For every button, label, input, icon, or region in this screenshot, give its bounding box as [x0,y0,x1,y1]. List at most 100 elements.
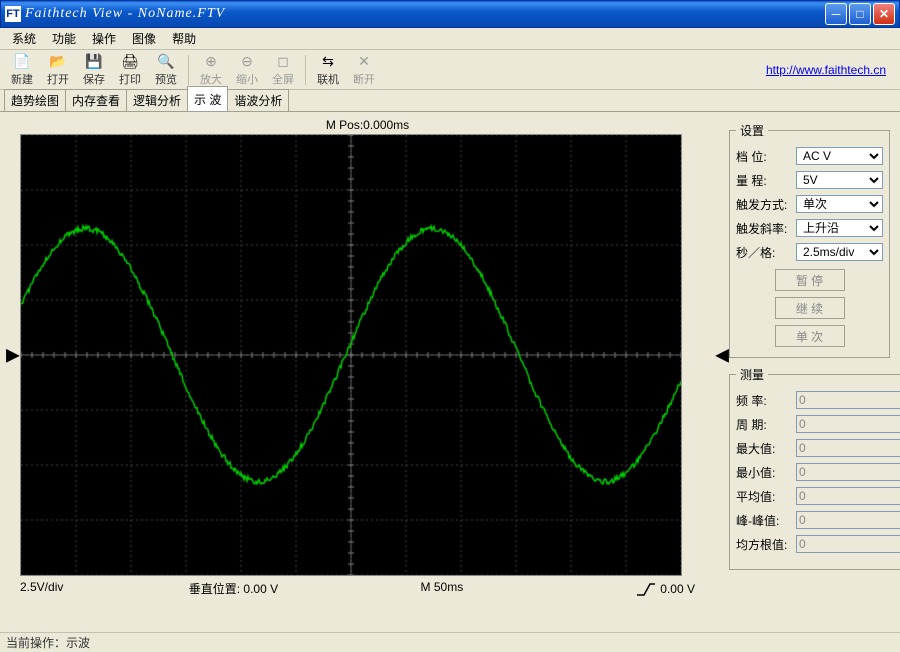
gear-select[interactable]: AC V [796,147,883,165]
measure-group: 测量 频 率:Hz周 期:ms最大值:V最小值:V平均值:V峰-峰值:V均方根值… [729,366,900,570]
tab-0[interactable]: 趋势绘图 [4,89,66,111]
minimize-button[interactable]: ─ [825,3,847,25]
measure-row-6: 均方根值:V [736,535,900,553]
menubar: 系统功能操作图像帮助 [0,28,900,50]
open-button-label: 打开 [47,71,69,87]
preview-button-label: 预览 [155,71,177,87]
print-button-icon: 🖨 [121,53,139,71]
gear-label: 档 位: [736,148,792,165]
measure-row-1: 周 期:ms [736,415,900,433]
offline-button-label: 断开 [353,71,375,87]
marker-right-icon[interactable]: ◀ [715,345,729,366]
app-icon: FT [5,6,21,22]
preview-button[interactable]: 🔍预览 [148,52,184,88]
trigger-slope-icon [636,582,656,596]
website-link[interactable]: http://www.faithtech.cn [766,63,886,77]
link-area: http://www.faithtech.cn [766,63,896,77]
toolbar: 📄新建📂打开💾保存🖨打印🔍预览⊕放大⊖缩小◻全屏⇆联机✕断开 http://ww… [0,50,900,90]
zoomin-button-icon: ⊕ [202,53,220,71]
settings-legend: 设置 [736,122,768,139]
timediv-select[interactable]: 2.5ms/div [796,243,883,261]
scope-canvas[interactable] [20,134,682,576]
tab-1[interactable]: 内存查看 [65,89,127,111]
single-button[interactable]: 单 次 [775,325,845,347]
trigmode-select[interactable]: 单次 [796,195,883,213]
measure-label-6: 均方根值: [736,536,792,553]
measure-value-0 [796,391,900,409]
menu-0[interactable]: 系统 [4,28,44,49]
fullscreen-button-icon: ◻ [274,53,292,71]
menu-4[interactable]: 帮助 [164,28,204,49]
fullscreen-button: ◻全屏 [265,52,301,88]
measure-value-1 [796,415,900,433]
zoomout-button-icon: ⊖ [238,53,256,71]
side-panel: 设置 档 位: AC V 量 程: 5V 触发方式: 单次 触发斜率: 上升沿 … [725,112,900,632]
measure-row-2: 最大值:V [736,439,900,457]
menu-3[interactable]: 图像 [124,28,164,49]
statusbar: 当前操作：示波 [0,632,900,652]
volts-per-div-label: 2.5V/div [20,580,189,597]
tab-2[interactable]: 逻辑分析 [126,89,188,111]
window-title: Faithtech View - NoName.FTV [25,6,825,22]
offline-button-icon: ✕ [355,53,373,71]
zoomin-button-label: 放大 [200,71,222,87]
close-button[interactable]: ✕ [873,3,895,25]
scope-canvas-wrap: ▼ ▶ ◀ [20,134,715,576]
marker-top-icon[interactable]: ▼ [359,132,377,153]
range-label: 量 程: [736,172,792,189]
menu-2[interactable]: 操作 [84,28,124,49]
menu-1[interactable]: 功能 [44,28,84,49]
measure-row-5: 峰-峰值:V [736,511,900,529]
online-button[interactable]: ⇆联机 [310,52,346,88]
open-button[interactable]: 📂打开 [40,52,76,88]
measure-value-5 [796,511,900,529]
range-select[interactable]: 5V [796,171,883,189]
toolbar-separator [305,55,306,85]
tab-3[interactable]: 示 波 [187,86,228,111]
maximize-button[interactable]: □ [849,3,871,25]
timebase-label: M 50ms [358,580,527,597]
zoomin-button: ⊕放大 [193,52,229,88]
zoomout-button-label: 缩小 [236,71,258,87]
measure-row-4: 平均值:V [736,487,900,505]
print-button-label: 打印 [119,71,141,87]
tab-4[interactable]: 谐波分析 [227,89,289,111]
online-button-icon: ⇆ [319,53,337,71]
online-button-label: 联机 [317,71,339,87]
pause-button[interactable]: 暂 停 [775,269,845,291]
status-text: 当前操作：示波 [6,634,90,651]
save-button[interactable]: 💾保存 [76,52,112,88]
fullscreen-button-label: 全屏 [272,71,294,87]
offline-button: ✕断开 [346,52,382,88]
print-button[interactable]: 🖨打印 [112,52,148,88]
new-button-label: 新建 [11,71,33,87]
zoomout-button: ⊖缩小 [229,52,265,88]
trigger-level-label: 0.00 V [660,582,695,596]
titlebar: FT Faithtech View - NoName.FTV ─ □ ✕ [0,0,900,28]
measure-label-2: 最大值: [736,440,792,457]
measure-label-3: 最小值: [736,464,792,481]
measure-value-2 [796,439,900,457]
measure-label-0: 频 率: [736,392,792,409]
marker-left-icon[interactable]: ▶ [6,345,20,366]
preview-button-icon: 🔍 [157,53,175,71]
scope-area: M Pos:0.000ms ▼ ▶ ◀ 2.5V/div 垂直位置: 0.00 … [0,112,725,632]
trigslope-select[interactable]: 上升沿 [796,219,883,237]
continue-button[interactable]: 继 续 [775,297,845,319]
trigslope-label: 触发斜率: [736,220,792,237]
new-button-icon: 📄 [13,53,31,71]
measure-legend: 测量 [736,366,768,383]
settings-group: 设置 档 位: AC V 量 程: 5V 触发方式: 单次 触发斜率: 上升沿 … [729,122,890,358]
tabbar: 趋势绘图内存查看逻辑分析示 波谐波分析 [0,90,900,112]
measure-value-4 [796,487,900,505]
timediv-label: 秒／格: [736,244,792,261]
new-button[interactable]: 📄新建 [4,52,40,88]
toolbar-separator [188,55,189,85]
measure-label-5: 峰-峰值: [736,512,792,529]
measure-value-6 [796,535,900,553]
measure-value-3 [796,463,900,481]
vertical-position-label: 垂直位置: 0.00 V [189,580,358,597]
measure-label-1: 周 期: [736,416,792,433]
measure-row-0: 频 率:Hz [736,391,900,409]
trigmode-label: 触发方式: [736,196,792,213]
